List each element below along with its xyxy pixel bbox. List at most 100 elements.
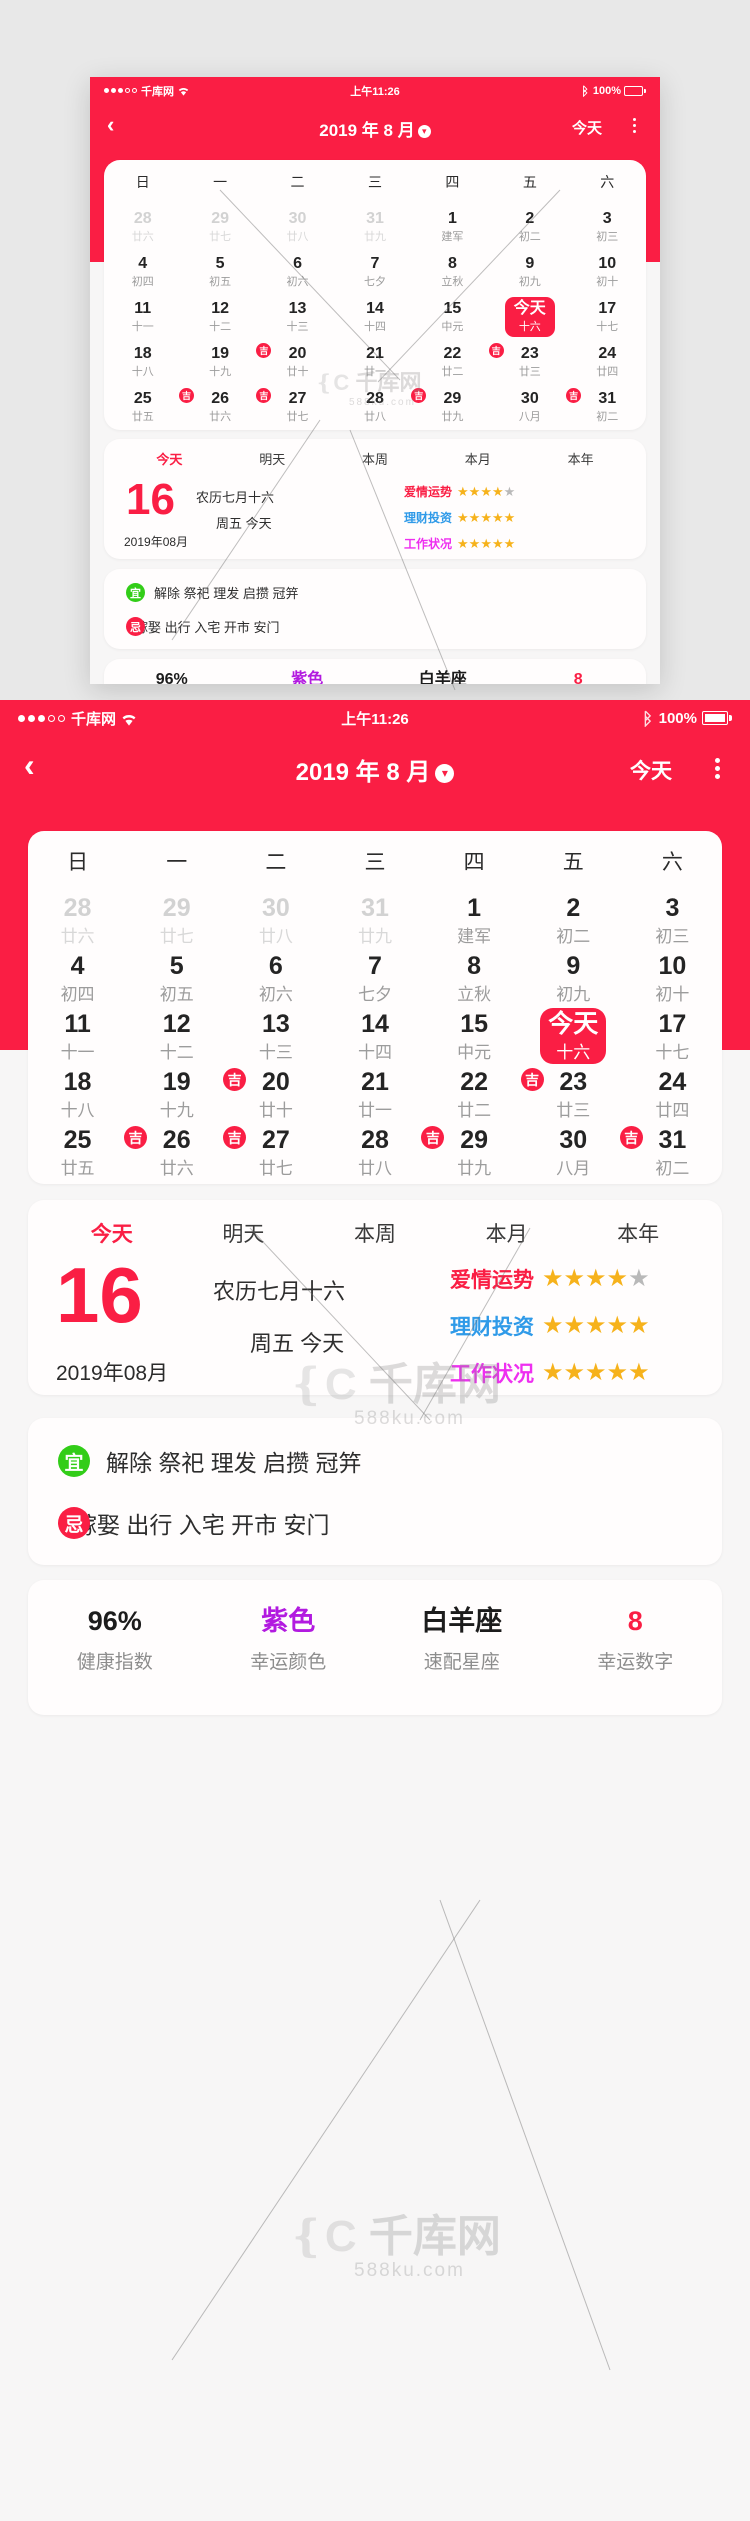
- calendar-day-cell[interactable]: 7 七夕: [325, 949, 424, 1007]
- calendar-day-cell[interactable]: 12 十二: [181, 294, 258, 339]
- calendar-day-cell[interactable]: 30 廿八: [259, 204, 336, 249]
- calendar-day-solar: 17: [598, 299, 617, 317]
- calendar-day-cell[interactable]: 15 中元: [425, 1007, 524, 1065]
- calendar-day-cell[interactable]: 13 十三: [226, 1007, 325, 1065]
- calendar-day-cell[interactable]: 11 十一: [28, 1007, 127, 1065]
- today-button-full[interactable]: 今天: [630, 755, 672, 785]
- calendar-day-cell[interactable]: 14 十四: [325, 1007, 424, 1065]
- weekday-label: 二: [265, 851, 287, 874]
- calendar-day-cell[interactable]: 17 十七: [569, 294, 646, 339]
- calendar-day-cell[interactable]: 30 八月吉: [491, 384, 582, 429]
- calendar-day-cell[interactable]: 31 初二: [569, 384, 646, 429]
- today-pill[interactable]: 今天 十六: [504, 296, 555, 337]
- period-tabs-full[interactable]: 今天 明天 本周 本月 本年: [28, 1218, 722, 1248]
- calendar-day-cell[interactable]: 26 廿六吉: [127, 1123, 247, 1181]
- calendar-day-cell[interactable]: 28 廿八吉: [325, 1123, 445, 1181]
- calendar-day-cell[interactable]: 20 廿十: [259, 339, 336, 384]
- weekday-header-row: 日一二三四五六: [104, 160, 646, 204]
- calendar-day-solar: 31: [361, 893, 389, 922]
- calendar-day-today[interactable]: 今天 十六: [524, 1007, 623, 1065]
- tab-0[interactable]: 今天: [118, 449, 221, 468]
- calendar-day-cell[interactable]: 6 初六: [259, 249, 336, 294]
- calendar-day-cell[interactable]: 18 十八: [28, 1065, 127, 1123]
- calendar-day-cell[interactable]: 29 廿九: [414, 384, 491, 429]
- period-tabs-small[interactable]: 今天 明天 本周 本月 本年: [104, 449, 646, 468]
- calendar-day-cell[interactable]: 1 建军: [425, 891, 524, 949]
- calendar-day-cell[interactable]: 25 廿五吉: [28, 1123, 147, 1181]
- tab-4[interactable]: 本年: [529, 449, 632, 468]
- calendar-day-cell[interactable]: 22 廿二吉: [414, 339, 504, 384]
- calendar-grid-small[interactable]: 日 一 二 三 四 五 六 28 廿六 29 廿七 30 廿八 31 廿九 1 建军 2 初二 3 初三 4 初四 5 初五 6 初…: [104, 160, 646, 429]
- calendar-day-cell[interactable]: 7 七夕: [336, 249, 413, 294]
- calendar-day-cell[interactable]: 30 八月吉: [524, 1123, 643, 1181]
- calendar-day-cell[interactable]: 4 初四: [28, 949, 127, 1007]
- calendar-day-cell[interactable]: 2 初二: [491, 204, 568, 249]
- calendar-day-cell[interactable]: 19 十九吉: [181, 339, 272, 384]
- calendar-day-cell[interactable]: 30 廿八: [226, 891, 325, 949]
- more-vertical-icon-full[interactable]: [715, 758, 720, 779]
- tab-1[interactable]: 明天: [178, 1218, 310, 1248]
- tab-2[interactable]: 本周: [324, 449, 427, 468]
- calendar-day-cell[interactable]: 9 初九: [491, 249, 568, 294]
- calendar-day-cell[interactable]: 15 中元: [414, 294, 491, 339]
- tab-4[interactable]: 本年: [572, 1218, 704, 1248]
- chevron-down-circle-icon[interactable]: ▾: [417, 125, 431, 139]
- calendar-day-cell[interactable]: 29 廿九: [425, 1123, 524, 1181]
- today-pill[interactable]: 今天 十六: [540, 1008, 607, 1064]
- tab-1[interactable]: 明天: [221, 449, 324, 468]
- calendar-day-cell[interactable]: 21 廿一: [325, 1065, 424, 1123]
- calendar-day-cell[interactable]: 24 廿四: [569, 339, 646, 384]
- calendar-day-cell[interactable]: 31 廿九: [325, 891, 424, 949]
- calendar-day-cell[interactable]: 25 廿五吉: [104, 384, 194, 429]
- tab-3[interactable]: 本月: [441, 1218, 573, 1248]
- calendar-day-cell[interactable]: 23 廿三: [491, 339, 568, 384]
- calendar-day-cell[interactable]: 2 初二: [524, 891, 623, 949]
- calendar-day-cell[interactable]: 6 初六: [226, 949, 325, 1007]
- calendar-day-cell[interactable]: 17 十七: [623, 1007, 722, 1065]
- calendar-day-cell[interactable]: 10 初十: [623, 949, 722, 1007]
- calendar-day-cell[interactable]: 8 立秋: [414, 249, 491, 294]
- calendar-day-cell[interactable]: 28 廿六: [28, 891, 127, 949]
- star-icon: ★: [503, 510, 516, 525]
- calendar-day-cell[interactable]: 11 十一: [104, 294, 181, 339]
- calendar-day-cell[interactable]: 23 廿三: [524, 1065, 623, 1123]
- calendar-day-cell[interactable]: 31 廿九: [336, 204, 413, 249]
- calendar-day-cell[interactable]: 13 十三: [259, 294, 336, 339]
- chevron-down-circle-icon-full[interactable]: ▾: [435, 764, 455, 784]
- calendar-day-cell[interactable]: 21 廿一: [336, 339, 413, 384]
- calendar-day-cell[interactable]: 5 初五: [127, 949, 226, 1007]
- tab-2[interactable]: 本周: [309, 1218, 441, 1248]
- calendar-day-cell[interactable]: 12 十二: [127, 1007, 226, 1065]
- tab-3[interactable]: 本月: [426, 449, 529, 468]
- today-button[interactable]: 今天: [572, 117, 602, 138]
- calendar-day-cell[interactable]: 28 廿六: [104, 204, 181, 249]
- calendar-day-cell[interactable]: 18 十八: [104, 339, 181, 384]
- calendar-day-cell[interactable]: 20 廿十: [226, 1065, 325, 1123]
- calendar-day-cell[interactable]: 9 初九: [524, 949, 623, 1007]
- calendar-day-cell[interactable]: 10 初十: [569, 249, 646, 294]
- tab-0[interactable]: 今天: [46, 1218, 178, 1248]
- calendar-day-cell[interactable]: 8 立秋: [425, 949, 524, 1007]
- calendar-day-cell[interactable]: 29 廿七: [127, 891, 226, 949]
- calendar-day-cell[interactable]: 29 廿七: [181, 204, 258, 249]
- calendar-day-cell[interactable]: 14 十四: [336, 294, 413, 339]
- calendar-day-cell[interactable]: 27 廿七: [226, 1123, 325, 1181]
- calendar-day-cell[interactable]: 27 廿七: [259, 384, 336, 429]
- calendar-day-cell[interactable]: 19 十九吉: [127, 1065, 247, 1123]
- weekday-header-row: 日一二三四五六: [28, 831, 722, 891]
- calendar-grid-full[interactable]: 日 一 二 三 四 五 六 28 廿六 29 廿七 30 廿八 31 廿九 1 建军 2 初二 3 初三 4 初四 5 初五 6 初…: [28, 831, 722, 1181]
- more-vertical-icon[interactable]: [633, 118, 636, 133]
- calendar-day-cell[interactable]: 22 廿二吉: [425, 1065, 544, 1123]
- calendar-day-cell[interactable]: 3 初三: [623, 891, 722, 949]
- star-icon: ★: [491, 536, 504, 551]
- calendar-day-today[interactable]: 今天 十六: [491, 294, 568, 339]
- calendar-day-cell[interactable]: 24 廿四: [623, 1065, 722, 1123]
- calendar-day-cell[interactable]: 5 初五: [181, 249, 258, 294]
- calendar-day-cell[interactable]: 1 建军: [414, 204, 491, 249]
- calendar-day-cell[interactable]: 26 廿六吉: [181, 384, 272, 429]
- calendar-day-cell[interactable]: 31 初二: [623, 1123, 722, 1181]
- calendar-day-cell[interactable]: 4 初四: [104, 249, 181, 294]
- calendar-day-cell[interactable]: 3 初三: [569, 204, 646, 249]
- calendar-day-cell[interactable]: 28 廿八吉: [336, 384, 427, 429]
- calendar-day-solar: 25: [63, 1125, 92, 1154]
